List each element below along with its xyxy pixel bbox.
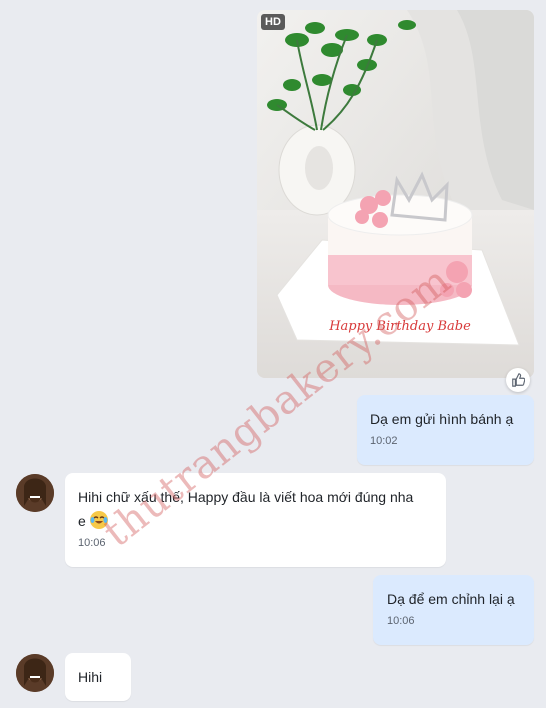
cake-photo-message[interactable]: Happy Birthday Babe: [257, 10, 534, 378]
hd-badge: HD: [261, 14, 285, 30]
message-text: Hihi chữ xấu thế, Happy đầu là viết hoa …: [78, 489, 414, 529]
message-time: 10:02: [370, 435, 398, 447]
contact-avatar[interactable]: [16, 474, 54, 512]
message-body: Hihi chữ xấu thế, Happy đầu là viết hoa …: [78, 485, 418, 533]
avatar-image: [16, 654, 54, 692]
message-time: 10:06: [387, 615, 415, 627]
message-time: 10:06: [78, 537, 106, 549]
thumbs-up-icon: [512, 373, 525, 387]
message-text: Hihi: [78, 669, 103, 685]
outgoing-message[interactable]: Dạ để em chỉnh lại ạ 10:06: [373, 575, 534, 645]
message-text: Dạ em gửi hình bánh ạ: [370, 411, 514, 427]
message-text: Dạ để em chỉnh lại ạ: [387, 591, 515, 607]
cake-photo: Happy Birthday Babe: [257, 10, 534, 378]
incoming-message[interactable]: Hihi chữ xấu thế, Happy đầu là viết hoa …: [65, 473, 446, 567]
contact-avatar[interactable]: [16, 654, 54, 692]
incoming-message[interactable]: Hihi: [65, 653, 131, 701]
like-button[interactable]: [506, 368, 530, 392]
cake-inscription: Happy Birthday Babe: [328, 319, 471, 334]
outgoing-message[interactable]: Dạ em gửi hình bánh ạ 10:02: [357, 395, 534, 465]
grinning-with-tears-emoji: [89, 511, 108, 529]
avatar-image: [16, 474, 54, 512]
